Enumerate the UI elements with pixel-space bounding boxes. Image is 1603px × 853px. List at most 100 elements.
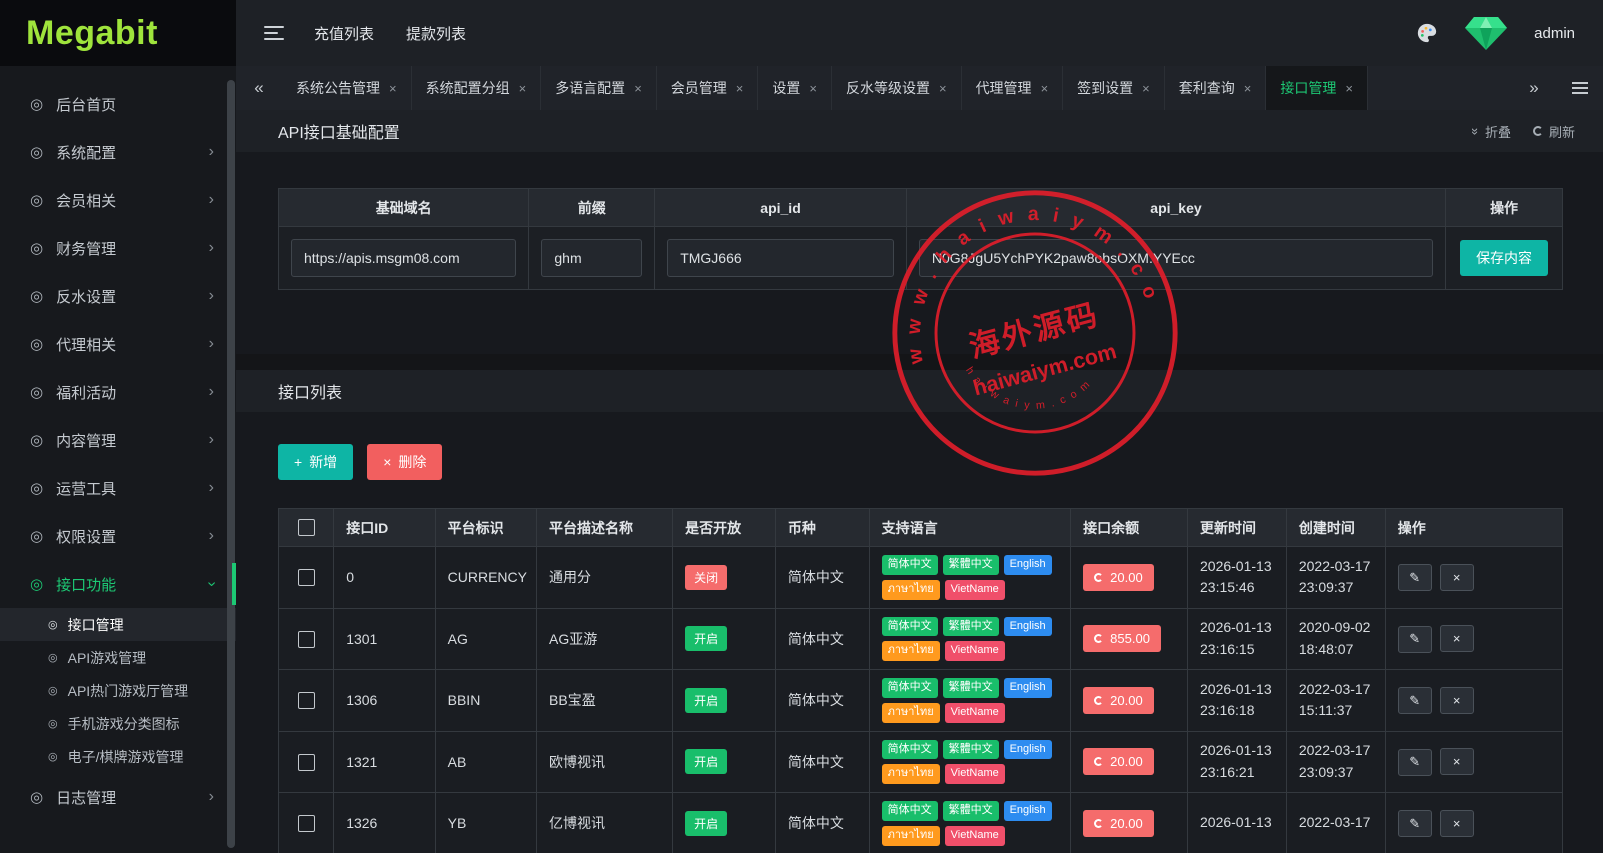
tab-close-icon[interactable]: × xyxy=(1142,81,1150,96)
collapse-button[interactable]: » 折叠 xyxy=(1472,122,1511,141)
sidebar-item-label: 权限设置 xyxy=(56,526,116,547)
tab-item[interactable]: 签到设置× xyxy=(1063,66,1165,110)
sidebar-item[interactable]: ◎后台首页 xyxy=(0,80,236,128)
cell-interface-id: 1306 xyxy=(334,670,435,732)
tab-close-icon[interactable]: × xyxy=(389,81,397,96)
edit-row-button[interactable]: ✎ xyxy=(1398,626,1432,653)
sidebar-item[interactable]: ◎日志管理› xyxy=(0,773,236,821)
sidebar-subitem[interactable]: ◎接口管理 xyxy=(0,608,236,641)
cell-actions: ✎× xyxy=(1385,731,1562,793)
sidebar-scrollbar[interactable] xyxy=(227,80,235,848)
tab-close-icon[interactable]: × xyxy=(1041,81,1049,96)
delete-row-button[interactable]: × xyxy=(1440,748,1474,775)
balance-refresh-badge[interactable]: 855.00 xyxy=(1083,625,1161,652)
tab-close-icon[interactable]: × xyxy=(736,81,744,96)
delete-row-button[interactable]: × xyxy=(1440,687,1474,714)
edit-row-button[interactable]: ✎ xyxy=(1398,749,1432,776)
row-checkbox[interactable] xyxy=(298,815,315,832)
api-key-input[interactable] xyxy=(919,239,1433,277)
sidebar-item[interactable]: ◎系统配置› xyxy=(0,128,236,176)
username[interactable]: admin xyxy=(1534,25,1575,42)
delete-button[interactable]: × 删除 xyxy=(367,444,442,480)
gem-icon[interactable] xyxy=(1464,14,1508,52)
row-checkbox[interactable] xyxy=(298,569,315,586)
edit-row-button[interactable]: ✎ xyxy=(1398,687,1432,714)
tab-item[interactable]: 多语言配置× xyxy=(541,66,657,110)
tab-close-icon[interactable]: × xyxy=(939,81,947,96)
menu-circle-icon: ◎ xyxy=(48,651,58,664)
tab-item[interactable]: 系统公告管理× xyxy=(282,66,412,110)
sidebar-item[interactable]: ◎权限设置› xyxy=(0,512,236,560)
language-badge: 繁體中文 xyxy=(943,801,999,821)
edit-row-button[interactable]: ✎ xyxy=(1398,810,1432,837)
cell-created-time: 2022-03-1715:11:37 xyxy=(1286,670,1385,732)
tabs-scroll-right-icon[interactable]: » xyxy=(1511,66,1557,110)
tab-close-icon[interactable]: × xyxy=(1244,81,1252,96)
api-id-input[interactable] xyxy=(667,239,894,277)
balance-refresh-badge[interactable]: 20.00 xyxy=(1083,748,1154,775)
balance-amount: 20.00 xyxy=(1110,693,1143,708)
sidebar-item[interactable]: ◎代理相关› xyxy=(0,320,236,368)
sidebar-subitem-label: API游戏管理 xyxy=(68,648,147,668)
sidebar-toggle-icon[interactable] xyxy=(264,26,284,40)
tabs-scroll-left-icon[interactable]: « xyxy=(236,66,282,110)
menu-circle-icon: ◎ xyxy=(48,618,58,631)
base-domain-input[interactable] xyxy=(291,239,516,277)
sidebar-item-label: 系统配置 xyxy=(56,142,116,163)
save-button[interactable]: 保存内容 xyxy=(1460,240,1548,276)
sidebar-item-label: 财务管理 xyxy=(56,238,116,259)
tab-close-icon[interactable]: × xyxy=(1345,81,1353,96)
balance-refresh-badge[interactable]: 20.00 xyxy=(1083,687,1154,714)
row-checkbox[interactable] xyxy=(298,754,315,771)
tab-close-icon[interactable]: × xyxy=(634,81,642,96)
cell-platform-code: BBIN xyxy=(435,670,536,732)
theme-palette-icon[interactable] xyxy=(1416,22,1438,44)
sidebar-item[interactable]: ◎内容管理› xyxy=(0,416,236,464)
balance-refresh-badge[interactable]: 20.00 xyxy=(1083,564,1154,591)
sidebar-item[interactable]: ◎财务管理› xyxy=(0,224,236,272)
api-config-body: 基础域名 前缀 api_id api_key 操作 保存内容 xyxy=(236,152,1603,354)
nav-withdraw-list[interactable]: 提款列表 xyxy=(406,23,466,44)
config-col-header: 基础域名 xyxy=(279,189,529,227)
select-all-checkbox[interactable] xyxy=(298,519,315,536)
tab-item[interactable]: 设置× xyxy=(758,66,832,110)
tab-close-icon[interactable]: × xyxy=(519,81,527,96)
balance-refresh-badge[interactable]: 20.00 xyxy=(1083,810,1154,837)
delete-row-button[interactable]: × xyxy=(1440,810,1474,837)
row-checkbox[interactable] xyxy=(298,692,315,709)
sidebar-subitem[interactable]: ◎电子/棋牌游戏管理 xyxy=(0,740,236,773)
sidebar-item[interactable]: ◎会员相关› xyxy=(0,176,236,224)
brand-logo[interactable]: Megabit xyxy=(0,0,236,66)
status-badge: 开启 xyxy=(685,749,727,774)
sidebar-subitem[interactable]: ◎API热门游戏厅管理 xyxy=(0,674,236,707)
tab-item[interactable]: 接口管理× xyxy=(1266,66,1368,110)
sidebar-item[interactable]: ◎反水设置› xyxy=(0,272,236,320)
sidebar-item[interactable]: ◎运营工具› xyxy=(0,464,236,512)
tab-close-icon[interactable]: × xyxy=(809,81,817,96)
sidebar-subitem[interactable]: ◎手机游戏分类图标 xyxy=(0,707,236,740)
language-badge: VietName xyxy=(945,703,1005,723)
edit-row-button[interactable]: ✎ xyxy=(1398,564,1432,591)
prefix-input[interactable] xyxy=(541,239,642,277)
cell-open-status: 开启 xyxy=(673,731,776,793)
nav-recharge-list[interactable]: 充值列表 xyxy=(314,23,374,44)
sidebar-subitem[interactable]: ◎ API游戏管理 xyxy=(0,641,236,674)
list-header-row: 接口ID平台标识平台描述名称是否开放币种支持语言接口余额更新时间创建时间操作 xyxy=(279,509,1563,547)
tab-item[interactable]: 套利查询× xyxy=(1165,66,1267,110)
tab-item[interactable]: 会员管理× xyxy=(657,66,759,110)
delete-row-button[interactable]: × xyxy=(1440,625,1474,652)
cell-platform-name: 欧博视讯 xyxy=(537,731,673,793)
sidebar-item[interactable]: ◎接口功能› xyxy=(0,560,236,608)
sidebar-item[interactable]: ◎福利活动› xyxy=(0,368,236,416)
tab-item[interactable]: 反水等级设置× xyxy=(832,66,962,110)
refresh-button[interactable]: 刷新 xyxy=(1533,122,1575,141)
list-col-header xyxy=(279,509,334,547)
tab-item[interactable]: 代理管理× xyxy=(962,66,1064,110)
delete-row-button[interactable]: × xyxy=(1440,564,1474,591)
sidebar-subitem-label: API热门游戏厅管理 xyxy=(68,681,189,701)
add-button[interactable]: + 新增 xyxy=(278,444,353,480)
tab-item[interactable]: 系统配置分组× xyxy=(412,66,542,110)
tabs-menu-icon[interactable] xyxy=(1557,66,1603,110)
row-checkbox[interactable] xyxy=(298,631,315,648)
cell-languages: 简体中文繁體中文EnglishภาษาไทยVietName xyxy=(869,547,1071,609)
